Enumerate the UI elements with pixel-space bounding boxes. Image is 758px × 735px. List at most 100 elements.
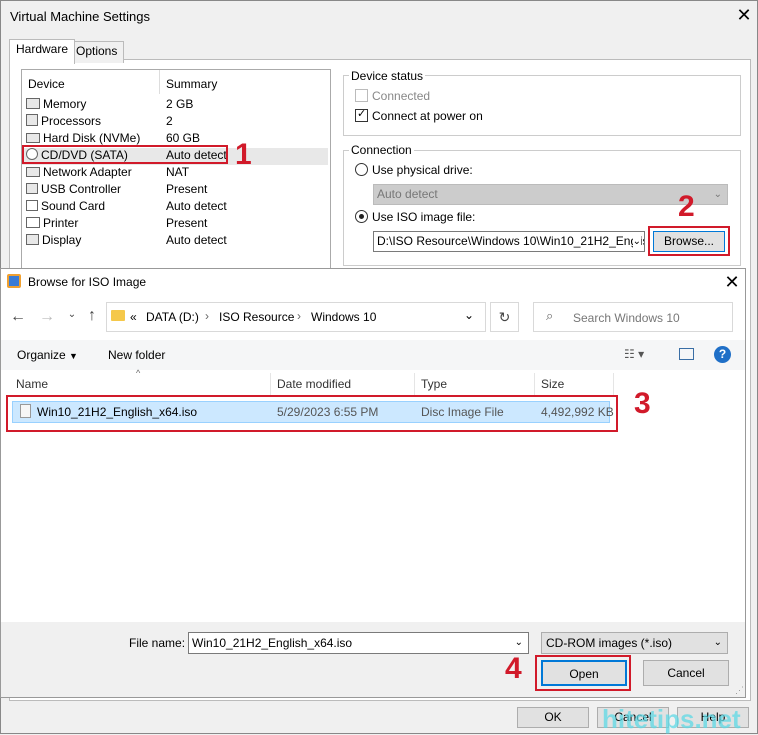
device-name: Printer: [43, 216, 79, 230]
device-row-memory[interactable]: Memory 2 GB: [26, 96, 326, 113]
breadcrumb-iso-resource[interactable]: ISO Resource: [219, 310, 294, 324]
preview-pane-icon[interactable]: [679, 348, 694, 360]
recent-locations-chevron-icon[interactable]: ⌄: [62, 309, 82, 320]
device-row-usb[interactable]: USB Controller Present: [26, 181, 326, 198]
file-name-input[interactable]: Win10_21H2_English_x64.iso ⌄: [188, 632, 529, 654]
vm-window-title: Virtual Machine Settings: [10, 9, 150, 24]
file-name-label: File name:: [129, 636, 186, 650]
radio-selected-icon: [355, 210, 368, 223]
device-name: Hard Disk (NVMe): [43, 131, 141, 145]
summary-column-header[interactable]: Summary: [166, 77, 217, 91]
iso-image-label: Use ISO image file:: [372, 210, 476, 224]
device-name: Sound Card: [41, 199, 106, 213]
device-row-processors[interactable]: Processors 2: [26, 113, 326, 130]
column-header-size[interactable]: Size: [541, 377, 564, 391]
device-summary: Present: [166, 182, 208, 196]
tab-options[interactable]: Options: [69, 41, 125, 63]
resize-grip-icon[interactable]: ⋰: [735, 685, 744, 696]
printer-icon: [26, 217, 40, 228]
search-icon: ⌕: [546, 308, 554, 323]
device-rows: Memory 2 GB Processors 2 Hard Disk (NVMe) 6…: [26, 96, 326, 249]
sort-ascending-icon: ^: [136, 368, 141, 378]
checkbox-box: [355, 89, 368, 102]
vm-close-icon[interactable]: ✕: [734, 4, 754, 26]
refresh-icon[interactable]: ↻: [490, 302, 519, 332]
display-icon: [26, 234, 39, 245]
file-name-value: Win10_21H2_English_x64.iso: [192, 636, 353, 650]
column-divider: [414, 373, 415, 395]
help-icon[interactable]: ?: [714, 346, 731, 363]
watermark: hitetips.net: [602, 704, 741, 734]
physical-drive-value: Auto detect: [377, 187, 438, 201]
device-summary: Auto detect: [166, 233, 227, 247]
device-name: Network Adapter: [43, 165, 132, 179]
open-button[interactable]: Open: [541, 660, 627, 686]
view-options-icon[interactable]: ☷ ▾: [624, 347, 644, 361]
connect-at-power-on-label: Connect at power on: [372, 109, 483, 123]
browse-cancel-button[interactable]: Cancel: [643, 660, 729, 686]
chevron-down-icon: ⌄: [632, 232, 641, 251]
address-bar[interactable]: « DATA (D:) › ISO Resource › Windows 10 …: [106, 302, 486, 332]
device-list[interactable]: Device Summary Memory 2 GB Processors 2 Ha…: [21, 69, 331, 271]
processor-icon: [26, 114, 38, 126]
device-row-network[interactable]: Network Adapter NAT: [26, 164, 326, 181]
annotation-highlight-cd-dvd: [22, 145, 228, 164]
device-status-label: Device status: [349, 69, 426, 83]
browse-close-icon[interactable]: ✕: [722, 270, 742, 294]
connected-label: Connected: [372, 89, 431, 103]
device-row-printer[interactable]: Printer Present: [26, 215, 326, 232]
back-arrow-icon[interactable]: ←: [8, 308, 28, 326]
forward-arrow-icon[interactable]: →: [37, 308, 57, 326]
device-row-sound[interactable]: Sound Card Auto detect: [26, 198, 326, 215]
tab-hardware[interactable]: Hardware: [9, 39, 76, 64]
search-placeholder: Search Windows 10: [573, 311, 680, 325]
column-divider: [270, 373, 271, 395]
column-header-date[interactable]: Date modified: [277, 377, 351, 391]
device-name: USB Controller: [41, 182, 122, 196]
device-name: Memory: [43, 97, 87, 111]
organize-button[interactable]: Organize ▼: [17, 348, 78, 362]
column-header-type[interactable]: Type: [421, 377, 447, 391]
annotation-number-4: 4: [505, 652, 522, 685]
memory-icon: [26, 98, 40, 109]
annotation-number-1: 1: [235, 138, 252, 171]
physical-drive-radio[interactable]: Use physical drive:: [355, 163, 473, 177]
dropdown-arrow-icon: ▼: [69, 351, 78, 361]
physical-drive-label: Use physical drive:: [372, 163, 473, 177]
device-column-header[interactable]: Device: [28, 77, 65, 91]
breadcrumb-overflow[interactable]: «: [130, 310, 137, 324]
breadcrumb-data-d[interactable]: DATA (D:): [146, 310, 199, 324]
iso-image-radio[interactable]: Use ISO image file:: [355, 210, 475, 224]
browse-button[interactable]: Browse...: [653, 231, 725, 252]
usb-icon: [26, 183, 38, 194]
vmware-app-icon: [7, 274, 21, 288]
device-status-group: [343, 75, 741, 136]
connect-at-power-on-checkbox[interactable]: ✓ Connect at power on: [355, 108, 483, 123]
connection-label: Connection: [349, 143, 414, 157]
physical-drive-select[interactable]: Auto detect ⌄: [373, 184, 728, 205]
ok-button[interactable]: OK: [517, 707, 589, 728]
device-row-display[interactable]: Display Auto detect: [26, 232, 326, 249]
search-box[interactable]: ⌕ Search Windows 10: [533, 302, 733, 332]
file-type-filter[interactable]: CD-ROM images (*.iso) ⌄: [541, 632, 728, 654]
device-summary: Present: [166, 216, 208, 230]
device-summary: 2 GB: [166, 97, 194, 111]
column-divider: [613, 373, 614, 395]
breadcrumb-windows-10[interactable]: Windows 10: [311, 310, 376, 324]
iso-path-value: D:\ISO Resource\Windows 10\Win10_21H2_En…: [377, 234, 645, 248]
chevron-down-icon: ⌄: [713, 189, 722, 200]
address-dropdown-chevron-icon[interactable]: ⌄: [464, 308, 474, 322]
column-header-name[interactable]: Name: [16, 377, 48, 391]
sound-icon: [26, 200, 38, 211]
chevron-down-icon: ⌄: [514, 637, 523, 648]
new-folder-button[interactable]: New folder: [108, 348, 165, 362]
radio-icon: [355, 163, 368, 176]
device-summary: NAT: [166, 165, 190, 179]
breadcrumb-separator-icon: ›: [297, 309, 301, 323]
up-arrow-icon[interactable]: ↑: [82, 307, 102, 325]
folder-icon: [111, 310, 125, 321]
annotation-number-2: 2: [678, 190, 695, 223]
device-summary: 2: [166, 114, 173, 128]
connected-checkbox[interactable]: Connected: [355, 89, 430, 103]
iso-path-combo[interactable]: D:\ISO Resource\Windows 10\Win10_21H2_En…: [373, 231, 645, 252]
